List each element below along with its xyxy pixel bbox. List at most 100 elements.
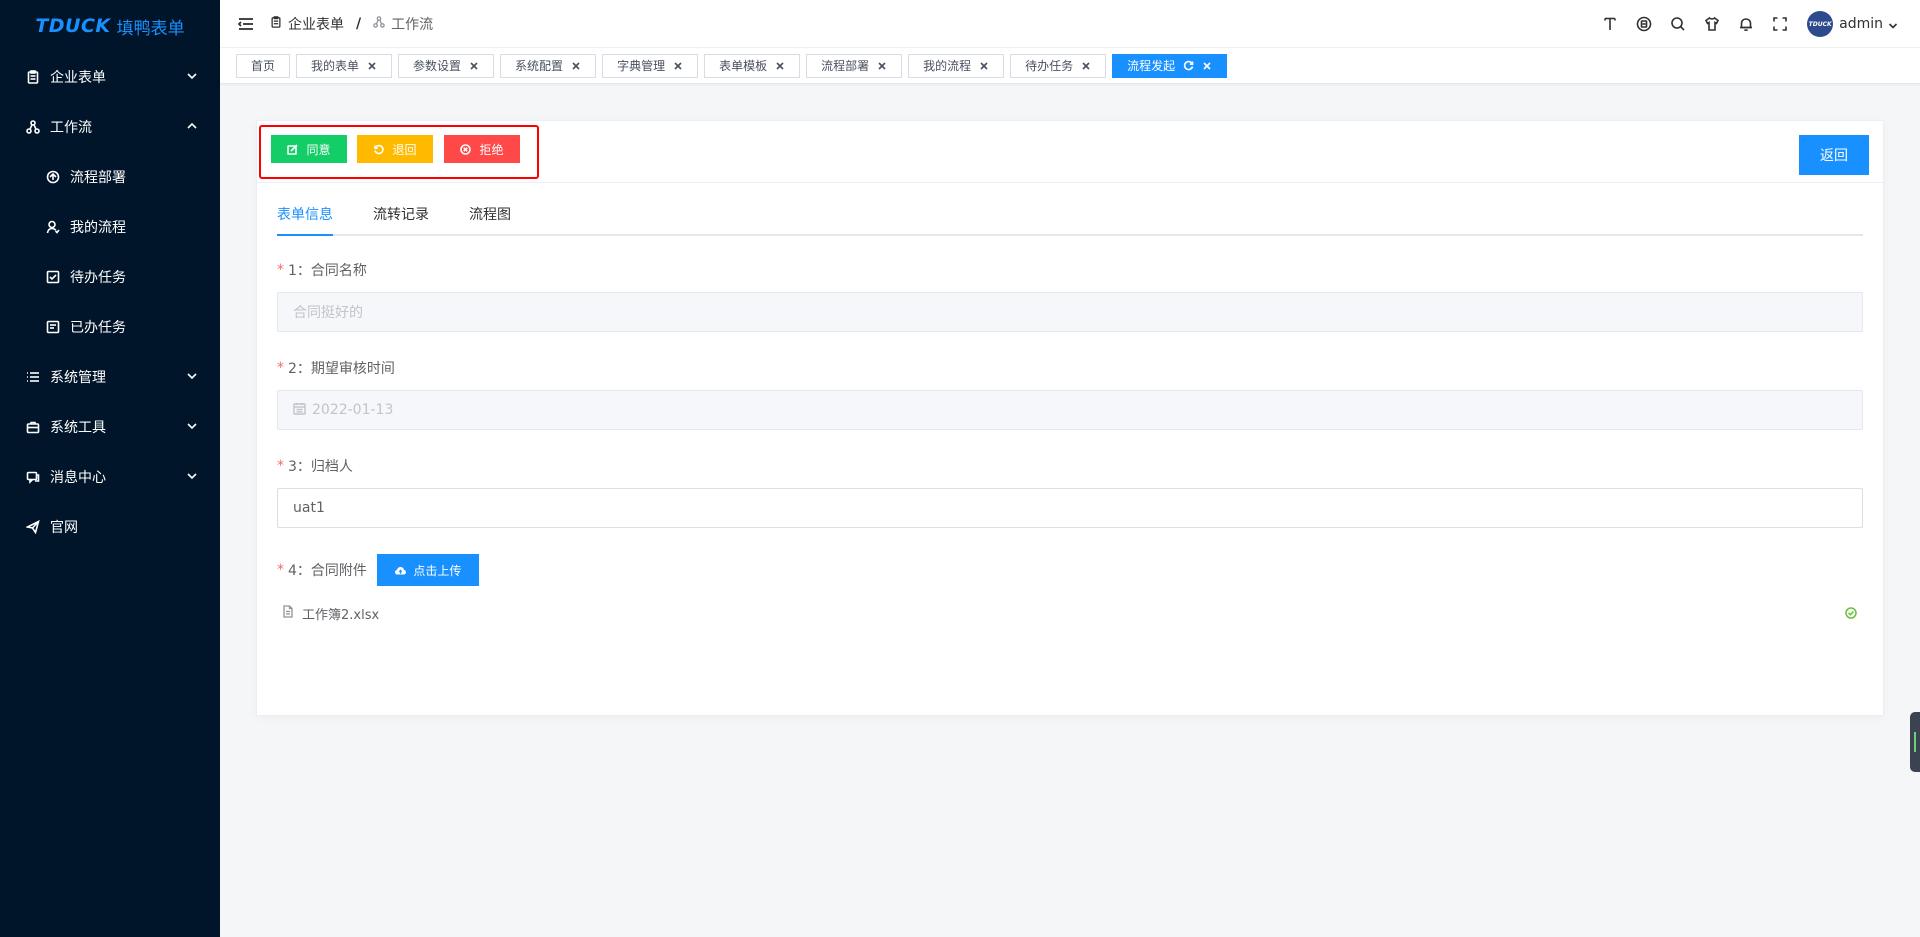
clipboard-icon <box>270 15 288 32</box>
clipboard-icon <box>26 70 40 84</box>
font-size-icon[interactable] <box>1601 15 1619 33</box>
required-mark: * <box>277 360 284 376</box>
logo[interactable]: TDUCK 填鸭表单 <box>0 0 220 52</box>
checkbox-icon <box>46 270 60 284</box>
tag-process-deploy[interactable]: 流程部署 <box>806 53 903 78</box>
sidebar-item-enterprise-form[interactable]: 企业表单 <box>0 52 220 102</box>
close-icon[interactable] <box>469 61 479 71</box>
tag-my-process[interactable]: 我的流程 <box>908 53 1005 78</box>
fullscreen-icon[interactable] <box>1771 15 1789 33</box>
sidebar-item-label: 系统管理 <box>50 370 106 386</box>
search-icon[interactable] <box>1669 15 1687 33</box>
edit-icon <box>287 143 299 155</box>
upload-label: 点击上传 <box>413 563 462 578</box>
close-icon[interactable] <box>367 61 377 71</box>
tab-flow-chart[interactable]: 流程图 <box>469 204 511 234</box>
sidebar-item-my-process[interactable]: 我的流程 <box>0 202 220 252</box>
tag-todo-tasks[interactable]: 待办任务 <box>1010 53 1107 78</box>
close-icon[interactable] <box>571 61 581 71</box>
label-text: 3：归档人 <box>288 459 353 475</box>
return-button[interactable]: 返回 <box>1799 135 1869 175</box>
chevron-down-icon <box>186 370 198 382</box>
bell-icon[interactable] <box>1737 15 1755 33</box>
field-label-contract-name: * 1：合同名称 <box>277 260 1863 280</box>
doc-circle-icon[interactable] <box>1635 15 1653 33</box>
edit-doc-icon <box>46 320 60 334</box>
tag-label: 字典管理 <box>617 59 666 73</box>
field-label-review-time: * 2：期望审核时间 <box>277 358 1863 378</box>
close-icon[interactable] <box>673 61 683 71</box>
detail-tabs: 表单信息 流转记录 流程图 <box>277 183 1863 236</box>
tag-my-forms[interactable]: 我的表单 <box>296 53 393 78</box>
tag-label: 首页 <box>251 59 276 73</box>
logo-text-en: TDUCK <box>35 15 111 37</box>
close-icon[interactable] <box>775 61 785 71</box>
tag-label: 流程发起 <box>1127 59 1176 73</box>
tag-label: 待办任务 <box>1025 59 1074 73</box>
close-icon[interactable] <box>1202 61 1212 71</box>
network-icon <box>26 120 40 134</box>
tag-params[interactable]: 参数设置 <box>398 53 495 78</box>
sidebar-item-label: 企业表单 <box>50 70 106 86</box>
field-label-attachment: * 4：合同附件 <box>277 560 367 580</box>
breadcrumb-separator: / <box>356 15 362 32</box>
required-mark: * <box>277 262 284 278</box>
tags-view: 首页 我的表单 参数设置 系统配置 字典管理 表单模板 流程部署 我的流程 待办… <box>220 48 1920 84</box>
tab-flow-records[interactable]: 流转记录 <box>373 204 429 234</box>
theme-shirt-icon[interactable] <box>1703 15 1721 33</box>
tag-form-template[interactable]: 表单模板 <box>704 53 801 78</box>
chevron-down-icon <box>186 470 198 482</box>
sidebar-item-process-deploy[interactable]: 流程部署 <box>0 152 220 202</box>
user-name[interactable]: admin <box>1839 16 1883 32</box>
hamburger-icon[interactable] <box>237 16 254 32</box>
chevron-down-icon[interactable] <box>1888 19 1898 29</box>
chevron-up-icon <box>186 120 198 132</box>
sidebar: TDUCK 填鸭表单 企业表单 工作流 流程部署 我的流程 待办任务 已办任务 … <box>0 0 220 937</box>
breadcrumb-item-workflow: 工作流 <box>391 16 434 33</box>
list-icon <box>26 370 40 384</box>
tag-label: 流程部署 <box>821 59 870 73</box>
check-circle-icon <box>1845 607 1857 619</box>
sidebar-item-message-center[interactable]: 消息中心 <box>0 452 220 502</box>
sidebar-item-label: 已办任务 <box>70 320 126 336</box>
calendar-icon <box>293 402 312 419</box>
top-header: 企业表单 / 工作流 TDUCK admin <box>220 0 1920 48</box>
tag-system-config[interactable]: 系统配置 <box>500 53 597 78</box>
message-icon <box>26 470 40 484</box>
input-value: 合同挺好的 <box>293 305 363 321</box>
breadcrumb-item-enterprise-form[interactable]: 企业表单 <box>288 14 344 34</box>
contract-name-input: 合同挺好的 <box>277 292 1863 332</box>
close-icon[interactable] <box>979 61 989 71</box>
approval-card: 同意 退回 拒绝 返回 表单信息 流转记录 流程图 * 1：合同名称 合同挺好的 … <box>256 120 1884 716</box>
sidebar-item-official-site[interactable]: 官网 <box>0 502 220 552</box>
reject-button[interactable]: 拒绝 <box>444 135 520 163</box>
refresh-icon[interactable] <box>1183 60 1194 71</box>
tag-process-start[interactable]: 流程发起 <box>1112 53 1228 78</box>
sidebar-item-system-management[interactable]: 系统管理 <box>0 352 220 402</box>
send-back-button[interactable]: 退回 <box>357 135 433 163</box>
sidebar-item-workflow[interactable]: 工作流 <box>0 102 220 152</box>
archiver-input[interactable]: uat1 <box>277 488 1863 528</box>
sidebar-item-label: 系统工具 <box>50 420 106 436</box>
logo-text-cn: 填鸭表单 <box>116 18 185 39</box>
tab-form-info[interactable]: 表单信息 <box>277 204 333 236</box>
tag-dict[interactable]: 字典管理 <box>602 53 699 78</box>
side-drawer-handle[interactable] <box>1910 712 1920 772</box>
uploaded-file[interactable]: 工作簿2.xlsx <box>277 602 1863 624</box>
required-mark: * <box>277 562 284 578</box>
tag-label: 参数设置 <box>413 59 462 73</box>
sidebar-item-done-tasks[interactable]: 已办任务 <box>0 302 220 352</box>
sidebar-item-system-tools[interactable]: 系统工具 <box>0 402 220 452</box>
upload-button[interactable]: 点击上传 <box>376 554 479 586</box>
sidebar-item-todo-tasks[interactable]: 待办任务 <box>0 252 220 302</box>
form-info: * 1：合同名称 合同挺好的 * 2：期望审核时间 2022-01-13 * 3：归档… <box>257 260 1883 624</box>
undo-icon <box>374 144 385 154</box>
close-icon[interactable] <box>1081 61 1091 71</box>
agree-button[interactable]: 同意 <box>271 135 347 163</box>
avatar[interactable]: TDUCK <box>1807 11 1834 37</box>
close-icon[interactable] <box>877 61 887 71</box>
chevron-down-icon <box>186 70 198 82</box>
review-date-input: 2022-01-13 <box>277 390 1863 430</box>
file-name: 工作簿2.xlsx <box>302 607 380 623</box>
tag-home[interactable]: 首页 <box>236 53 291 78</box>
